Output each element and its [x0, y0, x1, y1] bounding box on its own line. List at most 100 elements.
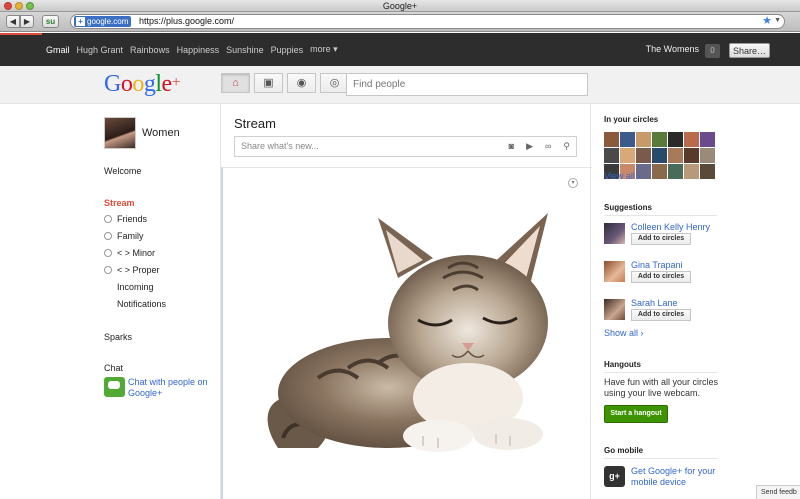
circle-radio-icon [104, 266, 112, 274]
circle-label: Family [117, 231, 144, 241]
send-feedback-button[interactable]: Send feedb [756, 485, 800, 499]
avatar[interactable] [668, 132, 683, 147]
gbar-link[interactable]: Rainbows [130, 45, 170, 55]
google-plus-logo[interactable]: Google+ [104, 71, 181, 98]
suggestion-name[interactable]: Sarah Lane [631, 298, 678, 308]
logo-letter: g [143, 71, 156, 97]
avatar[interactable] [620, 132, 635, 147]
add-to-circles-button[interactable]: Add to circles [631, 233, 691, 245]
add-to-circles-button[interactable]: Add to circles [631, 271, 691, 283]
avatar[interactable] [700, 132, 715, 147]
circles-icon[interactable]: ◎ [320, 73, 349, 93]
avatar[interactable] [668, 148, 683, 163]
star-icon[interactable]: ★ [762, 14, 772, 27]
google-bar: Gmail Hugh Grant Rainbows Happiness Sunshine… [0, 33, 800, 66]
address-bar[interactable]: + google.com https://plus.google.com/ ★ ▼ [70, 14, 785, 29]
gbar-username[interactable]: The Womens [646, 33, 699, 66]
nav-welcome[interactable]: Welcome [104, 166, 141, 176]
nav-incoming[interactable]: Incoming [117, 282, 154, 292]
circle-radio-icon [104, 215, 112, 223]
logo-plus: + [171, 74, 181, 91]
chat-link[interactable]: Chat with people on Google+ [128, 377, 218, 399]
view-all-link[interactable]: View all › [604, 171, 640, 181]
avatar[interactable] [604, 132, 619, 147]
nav-sparks[interactable]: Sparks [104, 332, 132, 342]
video-icon[interactable]: ▶ [526, 137, 533, 156]
share-box[interactable]: Share what's new... ◙ ▶ ∞ ⚲ [234, 136, 577, 157]
share-placeholder: Share what's new... [241, 141, 319, 151]
right-sidebar: In your circles View all › Suggestions C… [592, 104, 800, 499]
profile-icon[interactable]: ◉ [287, 73, 316, 93]
nav-stream[interactable]: Stream [104, 198, 135, 208]
link-icon[interactable]: ∞ [545, 137, 551, 156]
gbar-links: Gmail Hugh Grant Rainbows Happiness Sunshine… [46, 33, 345, 66]
avatar[interactable] [700, 164, 715, 179]
avatar[interactable] [620, 148, 635, 163]
avatar[interactable] [104, 117, 136, 149]
site-identity-badge[interactable]: + google.com [74, 16, 132, 27]
avatar[interactable] [636, 132, 651, 147]
mobile-heading: Go mobile [604, 446, 644, 455]
chat-heading: Chat [104, 363, 124, 373]
circle-friends[interactable]: Friends [104, 214, 147, 224]
url-text[interactable]: https://plus.google.com/ [139, 15, 234, 28]
avatar[interactable] [652, 148, 667, 163]
divider [604, 458, 717, 459]
suggestion-name[interactable]: Colleen Kelly Henry [631, 222, 710, 232]
notification-count[interactable]: 0 [705, 44, 720, 58]
site-badge-label: google.com [87, 17, 129, 26]
avatar[interactable] [652, 132, 667, 147]
mobile-link[interactable]: Get Google+ for your mobile device [631, 466, 731, 488]
browser-toolbar: ◀ ▶ su + google.com https://plus.google.c… [0, 12, 800, 32]
gbar-link[interactable]: more ▾ [310, 44, 338, 55]
stream-post: ▾ [221, 167, 592, 499]
avatar[interactable] [684, 148, 699, 163]
home-icon[interactable]: ⌂ [221, 73, 250, 93]
avatar[interactable] [604, 148, 619, 163]
window-titlebar: Google+ [0, 0, 800, 12]
photos-icon[interactable]: ▣ [254, 73, 283, 93]
stumbleupon-icon[interactable]: su [42, 15, 59, 28]
chat-icon[interactable] [104, 377, 125, 397]
start-hangout-button[interactable]: Start a hangout [604, 405, 668, 423]
google-plus-mobile-icon[interactable]: g+ [604, 466, 625, 487]
url-dropdown-icon[interactable]: ▼ [774, 17, 781, 24]
in-circles-heading: In your circles [604, 115, 659, 124]
circle-label: < > Proper [117, 265, 160, 275]
camera-icon[interactable]: ◙ [509, 137, 514, 156]
avatar[interactable] [684, 132, 699, 147]
profile-name[interactable]: Women [142, 127, 180, 139]
avatar[interactable] [604, 261, 625, 282]
logo-letter: e [161, 71, 173, 97]
avatar[interactable] [636, 148, 651, 163]
window-title: Google+ [382, 1, 418, 11]
gbar-link[interactable]: Hugh Grant [77, 45, 124, 55]
circle-proper[interactable]: < > Proper [104, 265, 160, 275]
back-button[interactable]: ◀ [6, 15, 20, 28]
suggestion-name[interactable]: Gina Trapani [631, 260, 683, 270]
avatar[interactable] [604, 223, 625, 244]
add-to-circles-button[interactable]: Add to circles [631, 309, 691, 321]
gbar-link[interactable]: Puppies [271, 45, 304, 55]
avatar[interactable] [700, 148, 715, 163]
nav-notifications[interactable]: Notifications [117, 299, 166, 309]
circle-minor[interactable]: < > Minor [104, 248, 155, 258]
avatar[interactable] [604, 299, 625, 320]
gbar-link[interactable]: Happiness [177, 45, 220, 55]
gbar-link[interactable]: Gmail [46, 45, 70, 55]
avatar[interactable] [652, 164, 667, 179]
gbar-share-button[interactable]: Share… [729, 43, 770, 58]
search-input[interactable]: Find people [346, 73, 588, 96]
avatar[interactable] [684, 164, 699, 179]
gbar-link[interactable]: Sunshine [226, 45, 264, 55]
forward-button[interactable]: ▶ [20, 15, 34, 28]
location-icon[interactable]: ⚲ [563, 137, 570, 156]
show-all-link[interactable]: Show all › [604, 328, 644, 338]
avatar[interactable] [668, 164, 683, 179]
circle-label: < > Minor [117, 248, 156, 258]
post-options-icon[interactable]: ▾ [568, 178, 578, 188]
circle-radio-icon [104, 232, 112, 240]
circle-family[interactable]: Family [104, 231, 144, 241]
logo-letter: o [132, 71, 144, 97]
divider [604, 372, 717, 373]
